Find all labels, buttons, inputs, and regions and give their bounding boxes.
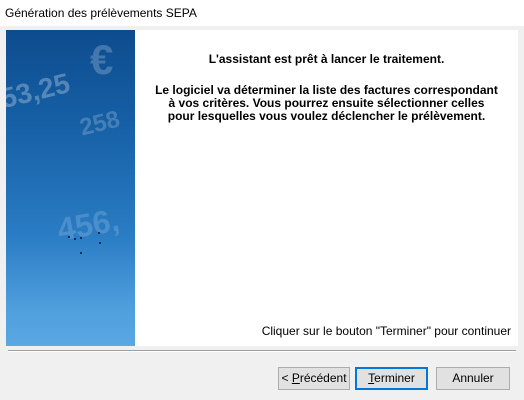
banner-decoration: 53,25 € 258 456,	[6, 36, 122, 254]
finish-button-label: erminer	[374, 371, 415, 385]
wizard-description: Le logiciel va déterminer la liste des f…	[135, 84, 518, 123]
banner-euro-symbol: €	[90, 36, 113, 83]
previous-button-label: récédent	[299, 371, 347, 385]
previous-button[interactable]: < Précédent	[278, 367, 350, 390]
window-title: Génération des prélèvements SEPA	[5, 6, 197, 20]
previous-button-prefix: <	[281, 371, 292, 385]
banner-number-2: 258	[77, 106, 122, 142]
banner-number-1: 53,25	[6, 67, 73, 114]
cancel-button[interactable]: Annuler	[436, 367, 510, 390]
wizard-dialog: 53,25 € 258 456, L'assistant est prêt à …	[0, 26, 524, 400]
wizard-content-panel: L'assistant est prêt à lancer le traitem…	[135, 30, 518, 346]
finish-button[interactable]: Terminer	[355, 367, 428, 390]
title-bar: Génération des prélèvements SEPA	[0, 0, 524, 26]
wizard-banner-image: 53,25 € 258 456,	[6, 30, 135, 346]
previous-button-mnemonic: P	[291, 371, 300, 385]
footer-separator	[8, 350, 516, 352]
wizard-heading: L'assistant est prêt à lancer le traitem…	[208, 52, 445, 66]
continue-hint: Cliquer sur le bouton "Terminer" pour co…	[261, 324, 511, 338]
banner-number-3: 456,	[54, 201, 122, 247]
description-line-3: pour lesquelles vous voulez déclencher l…	[167, 109, 486, 123]
